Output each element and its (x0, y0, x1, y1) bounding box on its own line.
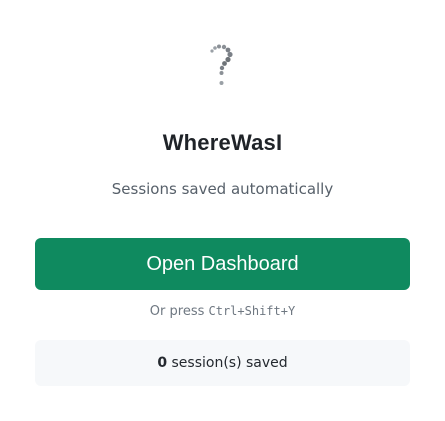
session-count-panel: 0 session(s) saved (35, 340, 410, 386)
extension-popup: WhereWasI Sessions saved automatically O… (0, 0, 445, 421)
subtitle: Sessions saved automatically (111, 180, 334, 198)
shortcut-keys: Ctrl+Shift+Y (208, 304, 296, 318)
shortcut-hint: Or press Ctrl+Shift+Y (0, 304, 445, 319)
session-count: 0 (157, 355, 168, 371)
question-mark-trail-icon (200, 40, 246, 92)
open-dashboard-button[interactable]: Open Dashboard (35, 238, 410, 290)
app-title: WhereWasI (162, 130, 283, 155)
shortcut-prefix: Or press (149, 304, 209, 319)
session-count-suffix: session(s) saved (167, 355, 288, 371)
